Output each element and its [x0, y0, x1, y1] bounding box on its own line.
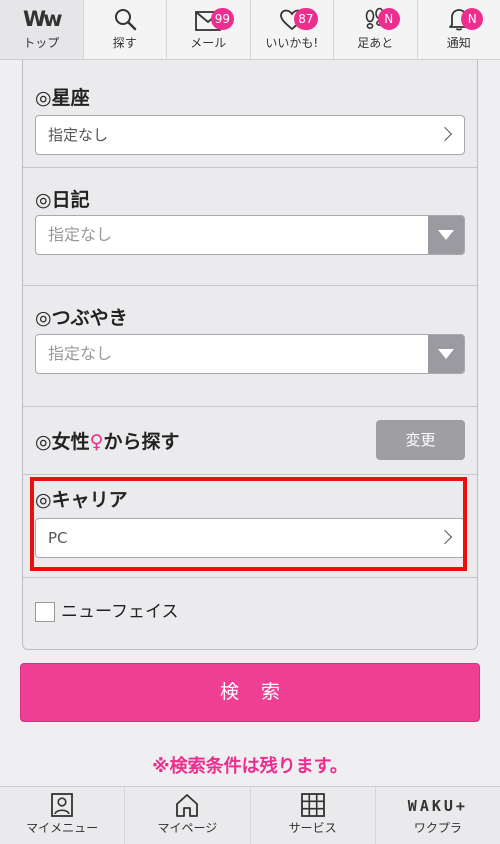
new-face-checkbox[interactable]: [35, 602, 55, 622]
nav-search[interactable]: 探す: [84, 0, 167, 59]
search-note: ※検索条件は残ります。: [152, 756, 348, 777]
diary-dropdown[interactable]: 指定なし: [35, 215, 465, 255]
chevron-down-icon: [428, 216, 464, 254]
nav-notifications[interactable]: N 通知: [418, 0, 500, 59]
zodiac-select[interactable]: 指定なし: [35, 115, 465, 155]
search-icon: [113, 5, 137, 31]
footprints-badge: N: [377, 8, 400, 30]
change-button[interactable]: 変更: [376, 420, 465, 460]
tweet-section: ◎つぶやき 指定なし: [23, 286, 477, 407]
zodiac-value: 指定なし: [48, 126, 109, 144]
notifications-badge: N: [461, 8, 484, 30]
diary-section: ◎日記 指定なし: [23, 168, 477, 286]
nav-likes[interactable]: 87 いいかも!: [251, 0, 334, 59]
chevron-right-icon: [437, 126, 453, 142]
grid-icon: [300, 789, 325, 817]
diary-value: 指定なし: [48, 225, 113, 244]
chevron-down-icon: [428, 335, 464, 373]
nav-mail-label: メール: [190, 36, 227, 50]
bnav-wakupura[interactable]: WAKU+ ワクプラ: [376, 787, 500, 844]
nav-mail[interactable]: 99 メール: [167, 0, 251, 59]
zodiac-section: ◎星座 指定なし: [23, 60, 477, 168]
bottom-nav: マイメニュー マイページ サービス WAKU+ ワクプラ: [0, 786, 500, 844]
female-search-title-suffix: から探す: [103, 431, 180, 453]
likes-badge: 87: [294, 8, 318, 30]
nav-footprints-label: 足あと: [357, 36, 394, 50]
bnav-services[interactable]: サービス: [251, 787, 376, 844]
tweet-title: ◎つぶやき: [35, 307, 128, 329]
bnav-my-page-label: マイページ: [157, 821, 218, 835]
logo-icon: Ww: [22, 7, 63, 31]
mail-badge: 99: [210, 8, 234, 30]
bnav-my-menu-label: マイメニュー: [26, 821, 99, 835]
carrier-highlight-frame: [30, 477, 467, 571]
female-search-section: ◎女性♀から探す 変更: [23, 407, 477, 475]
search-button[interactable]: 検索: [20, 663, 480, 722]
tweet-dropdown[interactable]: 指定なし: [35, 334, 465, 374]
female-search-title: ◎女性♀から探す: [35, 427, 180, 454]
tweet-value: 指定なし: [48, 344, 113, 363]
nav-search-label: 探す: [112, 36, 137, 50]
person-icon: [51, 789, 74, 817]
nav-top-label: トップ: [23, 36, 60, 50]
diary-title: ◎日記: [35, 189, 90, 211]
nav-footprints[interactable]: N 足あと: [334, 0, 418, 59]
top-nav: Ww トップ 探す 99 メール 87 いいかも! N 足あと N 通知: [0, 0, 500, 60]
bnav-wakupura-label: ワクプラ: [413, 821, 462, 835]
waku-plus-logo: WAKU+: [407, 797, 468, 815]
bnav-my-page[interactable]: マイページ: [125, 787, 251, 844]
bnav-services-label: サービス: [288, 821, 337, 835]
home-icon: [174, 789, 200, 817]
nav-notifications-label: 通知: [446, 36, 471, 50]
new-face-label[interactable]: ニューフェイス: [61, 602, 178, 622]
bnav-my-menu[interactable]: マイメニュー: [0, 787, 126, 844]
nav-top[interactable]: Ww トップ: [0, 0, 84, 59]
search-form-panel: ◎星座 指定なし ◎日記 指定なし ◎つぶやき 指定なし ◎女性♀から探す 変更…: [22, 60, 478, 650]
female-symbol-icon: ♀: [89, 431, 104, 453]
nav-likes-label: いいかも!: [265, 36, 319, 50]
zodiac-title: ◎星座: [35, 87, 90, 109]
female-search-title-prefix: ◎女性: [35, 431, 90, 453]
